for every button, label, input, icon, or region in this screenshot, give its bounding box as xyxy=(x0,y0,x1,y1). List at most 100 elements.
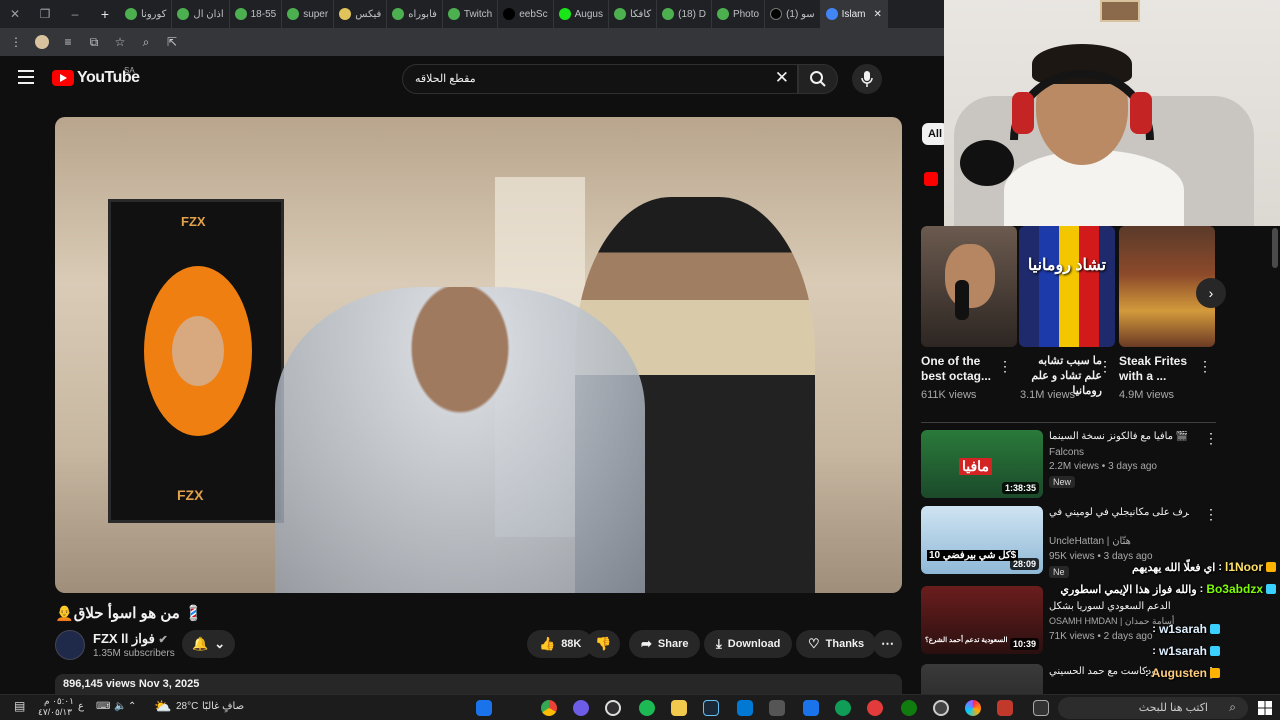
like-button[interactable]: 👍 88K xyxy=(527,630,594,658)
video-title-link[interactable]: اسرف على مكانيجلي في لوميني في 😂 xyxy=(1049,507,1189,518)
volume-icon[interactable]: 🔈 xyxy=(114,701,126,712)
tray-chevron-icon[interactable]: ⌃ xyxy=(128,701,136,712)
flag-stripe-blue xyxy=(1039,226,1059,347)
browser-tab[interactable]: 18-55 xyxy=(230,0,283,28)
close-tab-icon[interactable]: ✕ xyxy=(874,9,882,20)
close-window-icon[interactable]: ✕ xyxy=(0,0,30,28)
store-icon[interactable] xyxy=(769,700,785,716)
dislike-button[interactable]: 👎 xyxy=(586,630,621,658)
share-button[interactable]: ➦ Share xyxy=(629,630,701,658)
spotify-icon[interactable] xyxy=(639,700,655,716)
restore-window-icon[interactable]: ❐ xyxy=(30,0,60,28)
taskbar-app-icon[interactable] xyxy=(867,700,883,716)
taskbar-app-icon[interactable] xyxy=(803,700,819,716)
taskbar-time: ٠٥:٠١ م xyxy=(44,696,74,706)
youtube-header: YouTube SA مقطع الحلاقه ✕ xyxy=(0,56,944,102)
short-menu-icon[interactable]: ⋮ xyxy=(998,358,1012,375)
browser-tab[interactable]: eebSc xyxy=(498,0,554,28)
browser-tab-active[interactable]: Islam ✕ xyxy=(820,0,888,28)
menu-dots-icon[interactable]: ⋮ xyxy=(8,34,24,50)
webcam-overlay xyxy=(944,0,1280,226)
edge-icon[interactable] xyxy=(835,700,851,716)
video-channel[interactable]: UncleHattan | هتّان xyxy=(1049,536,1131,547)
video-thumbnail[interactable]: السعودية تدعم أحمد الشرع؟ 10:39 xyxy=(921,586,1043,654)
hamburger-menu-icon[interactable] xyxy=(18,70,34,84)
subscribed-bell-button[interactable]: 🔔 ⌄ xyxy=(182,630,236,658)
weather-icon[interactable]: ⛅ xyxy=(154,698,171,715)
video-player[interactable]: FZX FZX xyxy=(55,117,902,593)
chat-username: w1sarah xyxy=(1158,622,1207,636)
short-title[interactable]: One of the best octag... xyxy=(921,354,1003,384)
file-explorer-icon[interactable] xyxy=(671,700,687,716)
language-indicator[interactable]: ع xyxy=(78,701,84,712)
search-button[interactable] xyxy=(798,64,838,94)
description-box[interactable]: 896,145 views Nov 3, 2025 xyxy=(55,674,902,694)
video-meta: 2.2M views • 3 days ago xyxy=(1049,461,1157,472)
new-badge: New xyxy=(1049,476,1076,488)
profile-avatar-icon[interactable] xyxy=(34,34,50,50)
video-channel[interactable]: Falcons xyxy=(1049,447,1084,458)
voice-search-button[interactable] xyxy=(852,64,882,94)
short-thumbnail[interactable]: تشاد رومانيا xyxy=(1019,226,1115,347)
share-page-icon[interactable]: ⇱ xyxy=(164,34,180,50)
download-button[interactable]: ⤓ Download xyxy=(704,630,793,658)
video-title-link[interactable]: مافيا مع فالكونز نسخة السينما 🎬 🔥 xyxy=(1049,431,1189,442)
short-menu-icon[interactable]: ⋮ xyxy=(1098,358,1112,375)
weather-description[interactable]: صافٍ غالبًا xyxy=(202,701,244,712)
settings-gear-icon[interactable] xyxy=(933,700,949,716)
zoom-icon[interactable]: ⌕ xyxy=(138,34,154,50)
network-icon[interactable]: ⌨ xyxy=(96,701,110,712)
browser-tab[interactable]: (1) سو xyxy=(765,0,821,28)
channel-avatar[interactable] xyxy=(55,630,85,660)
tab-favicon-icon xyxy=(125,8,137,20)
task-view-icon[interactable] xyxy=(1033,700,1049,716)
video-thumbnail[interactable]: كل شي بيرفضي 10$ 28:09 xyxy=(921,506,1043,574)
chrome-icon[interactable] xyxy=(541,700,557,716)
bookmark-star-icon[interactable]: ☆ xyxy=(112,34,128,50)
browser-tab[interactable]: Augus xyxy=(554,0,609,28)
browser-tab[interactable]: كافكا xyxy=(609,0,658,28)
browser-tab[interactable]: فابوراه xyxy=(387,0,443,28)
taskbar-app-icon[interactable] xyxy=(476,700,492,716)
taskbar-search-box[interactable]: ⌕ اكتب هنا للبحث xyxy=(1058,697,1248,719)
search-input[interactable]: مقطع الحلاقه ✕ xyxy=(402,64,798,94)
extensions-icon[interactable]: ⧉ xyxy=(86,34,102,50)
clear-search-icon[interactable]: ✕ xyxy=(775,68,789,88)
notification-icon[interactable]: ▤ xyxy=(14,699,25,713)
video-menu-icon[interactable]: ⋮ xyxy=(1204,430,1218,447)
minimize-window-icon[interactable]: – xyxy=(60,0,90,28)
channel-name[interactable]: FZX ll فواز ✔ xyxy=(93,631,168,647)
short-menu-icon[interactable]: ⋮ xyxy=(1198,358,1212,375)
reading-list-icon[interactable]: ≡ xyxy=(60,34,76,50)
obs-icon[interactable] xyxy=(605,700,621,716)
browser-tab[interactable]: Photo xyxy=(712,0,766,28)
weather-temperature[interactable]: 28°C xyxy=(176,701,198,712)
browser-tab[interactable]: Twitch xyxy=(443,0,499,28)
youtube-logo-icon[interactable] xyxy=(52,70,74,86)
short-title[interactable]: Steak Frites with a ... xyxy=(1119,354,1201,384)
steam-icon[interactable] xyxy=(703,700,719,716)
thanks-button[interactable]: ♡ Thanks xyxy=(796,630,877,658)
browser-tab[interactable]: super xyxy=(282,0,335,28)
browser-tab[interactable]: فيكس xyxy=(334,0,388,28)
browser-tab[interactable]: كورونا xyxy=(120,0,173,28)
xbox-icon[interactable] xyxy=(901,700,917,716)
browser-tab[interactable]: (18) D xyxy=(657,0,712,28)
video-duration: 28:09 xyxy=(1009,558,1039,570)
browser-toolbar: ⋮ ≡ ⧉ ☆ ⌕ ⇱ xyxy=(0,28,944,56)
new-tab-button[interactable]: + xyxy=(90,0,120,28)
browser-tab[interactable]: اذان ال xyxy=(172,0,230,28)
taskbar-app-icon[interactable] xyxy=(997,700,1013,716)
video-thumbnail[interactable]: مافيا 1:38:35 xyxy=(921,430,1043,498)
taskbar-app-icon[interactable] xyxy=(573,700,589,716)
chat-message: والله فواز هذا الإيمي اسطوري: Bo3abdzx xyxy=(1060,582,1276,596)
short-thumbnail[interactable] xyxy=(921,226,1017,347)
next-shorts-button[interactable]: › xyxy=(1196,278,1226,308)
outlook-icon[interactable] xyxy=(737,700,753,716)
more-actions-button[interactable]: ⋯ xyxy=(873,630,902,658)
scrollbar-thumb[interactable] xyxy=(1272,228,1278,268)
video-thumbnail[interactable] xyxy=(921,664,1043,694)
windows-start-icon[interactable] xyxy=(1258,701,1272,715)
video-menu-icon[interactable]: ⋮ xyxy=(1204,506,1218,523)
taskbar-app-icon[interactable] xyxy=(965,700,981,716)
